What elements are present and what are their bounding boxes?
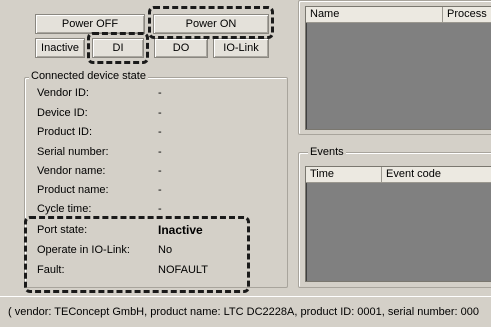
power-off-button[interactable]: Power OFF [35, 14, 145, 34]
device-id-value: - [158, 107, 162, 119]
mode-iolink-button[interactable]: IO-Link [213, 38, 269, 58]
process-list-header: Name Process [306, 7, 491, 23]
vendor-name-label: Vendor name: [37, 165, 106, 177]
column-header-process[interactable]: Process [443, 7, 491, 23]
product-id-value: - [158, 126, 162, 138]
fault-label: Fault: [37, 264, 65, 276]
cycle-time-label: Cycle time: [37, 203, 92, 215]
mode-do-button[interactable]: DO [154, 38, 208, 58]
column-header-time[interactable]: Time [306, 167, 382, 183]
column-header-event-code[interactable]: Event code [382, 167, 491, 183]
product-name-value: - [158, 184, 162, 196]
status-bar-text: ( vendor: TEConcept GmbH, product name: … [8, 306, 479, 318]
operate-iolink-label: Operate in IO-Link: [37, 244, 130, 256]
vendor-id-label: Vendor ID: [37, 87, 89, 99]
column-header-name[interactable]: Name [306, 7, 443, 23]
mode-inactive-button[interactable]: Inactive [35, 38, 85, 58]
events-list[interactable]: Time Event code [305, 166, 491, 282]
status-bar: ( vendor: TEConcept GmbH, product name: … [0, 296, 491, 327]
device-id-label: Device ID: [37, 107, 88, 119]
port-state-label: Port state: [37, 224, 88, 236]
product-name-label: Product name: [37, 184, 109, 196]
port-state-value: Inactive [158, 223, 203, 237]
fault-value: NOFAULT [158, 264, 208, 276]
serial-number-value: - [158, 146, 162, 158]
events-list-header: Time Event code [306, 167, 491, 183]
vendor-id-value: - [158, 87, 162, 99]
serial-number-label: Serial number: [37, 146, 109, 158]
vendor-name-value: - [158, 165, 162, 177]
power-on-button[interactable]: Power ON [153, 14, 269, 34]
device-state-title: Connected device state [29, 70, 148, 82]
product-id-label: Product ID: [37, 126, 93, 138]
events-title: Events [308, 146, 346, 158]
mode-di-button[interactable]: DI [92, 38, 144, 58]
operate-iolink-value: No [158, 244, 173, 256]
process-list[interactable]: Name Process [305, 6, 491, 130]
cycle-time-value: - [158, 203, 162, 215]
